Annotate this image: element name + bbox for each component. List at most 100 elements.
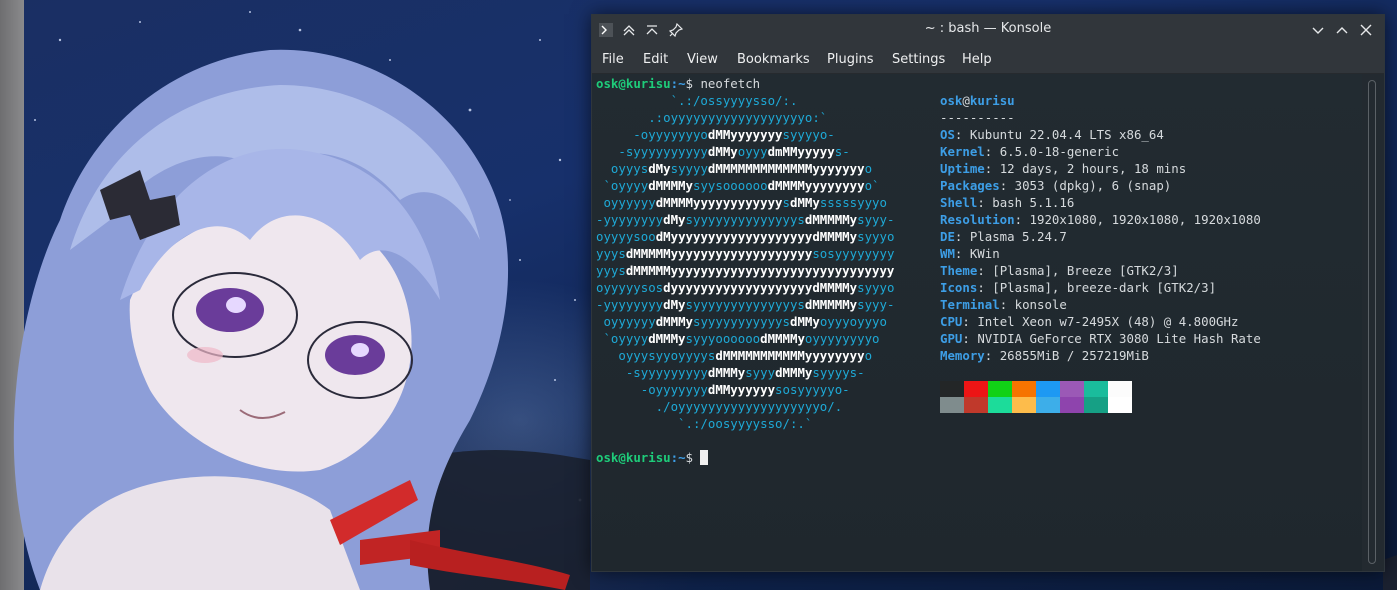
info-key: Terminal [940, 297, 1000, 312]
ascii-logo-line: oyyyysoodMyyyyyyyyyyyyyyyyyyydMMMMysyyyo [596, 229, 895, 244]
color-swatch [1060, 397, 1084, 413]
info-value: NVIDIA GeForce RTX 3080 Lite Hash Rate [977, 331, 1261, 346]
info-key: CPU [940, 314, 963, 329]
info-header: osk@kurisu [940, 93, 1015, 108]
info-key: Uptime [940, 161, 985, 176]
info-key: Theme [940, 263, 978, 278]
info-row: Resolution: 1920x1080, 1920x1080, 1920x1… [940, 211, 1261, 228]
prompt-path: :~ [670, 450, 686, 465]
info-separator: ---------- [940, 110, 1015, 125]
info-row: OS: Kubuntu 22.04.4 LTS x86_64 [940, 126, 1164, 143]
info-colon: : [1014, 212, 1030, 227]
prompt-at: @ [618, 450, 626, 465]
info-colon: : [999, 297, 1015, 312]
ascii-logo-line: -yyyyyyyydMysyyyyyyyyyyyyyysdMMMMMysyyy- [596, 297, 895, 312]
info-colon: : [984, 348, 1000, 363]
prompt-at: @ [618, 76, 626, 91]
info-row: CPU: Intel Xeon w7-2495X (48) @ 4.800GHz [940, 313, 1238, 330]
info-value: 6.5.0-18-generic [999, 144, 1120, 159]
info-key: Icons [940, 280, 978, 295]
menu-bookmarks[interactable]: Bookmarks [737, 52, 810, 67]
window-titlebar[interactable]: ~ : bash — Konsole [592, 15, 1384, 45]
ascii-logo-line: oyyyyyydMMMMyyyyyyyyyyyysdMMysssssyyyo [596, 195, 887, 210]
menu-edit[interactable]: Edit [643, 52, 668, 67]
menu-view[interactable]: View [687, 52, 718, 67]
ascii-logo-line: `oyyyydMMMysyyyoooooodMMMMyoyyyyyyyyo [596, 331, 880, 346]
ascii-logo-line: -syyyyyyyyyydMMyoyyydmMMyyyyys- [596, 144, 850, 159]
info-row: Kernel: 6.5.0-18-generic [940, 143, 1119, 160]
info-key: Shell [940, 195, 978, 210]
prompt-path: :~ [670, 76, 686, 91]
info-colon: : [977, 280, 993, 295]
info-colon: : [962, 314, 978, 329]
ascii-logo-line: yyysdMMMMMyyyyyyyyyyyyyyyyyyyyyyyyyyyyyy [596, 263, 895, 278]
info-row: Shell: bash 5.1.16 [940, 194, 1074, 211]
color-swatch [964, 381, 988, 397]
menu-settings[interactable]: Settings [892, 52, 945, 67]
info-colon: : [984, 144, 1000, 159]
prompt-line: osk@kurisu:~$ neofetch [596, 75, 760, 92]
close-icon[interactable] [1358, 22, 1374, 38]
info-row: Icons: [Plasma], breeze-dark [GTK2/3] [940, 279, 1216, 296]
info-value: konsole [1014, 297, 1067, 312]
color-swatch [1108, 381, 1132, 397]
maximize-icon[interactable] [1334, 22, 1350, 38]
prompt-host: kurisu [625, 76, 671, 91]
info-user: osk [940, 93, 963, 108]
info-row: Memory: 26855MiB / 257219MiB [940, 347, 1149, 364]
color-swatch [988, 397, 1012, 413]
color-swatch [1012, 381, 1036, 397]
info-key: Resolution [940, 212, 1015, 227]
info-row: Theme: [Plasma], Breeze [GTK2/3] [940, 262, 1179, 279]
menu-help[interactable]: Help [962, 52, 992, 67]
info-colon: : [977, 263, 993, 278]
prompt-user: osk [596, 76, 619, 91]
info-colon: : [954, 127, 970, 142]
info-host: kurisu [969, 93, 1015, 108]
info-key: Packages [940, 178, 1000, 193]
info-value: 12 days, 2 hours, 18 mins [999, 161, 1187, 176]
prompt-user: osk [596, 450, 619, 465]
color-swatch [1060, 381, 1084, 397]
info-value: 1920x1080, 1920x1080, 1920x1080 [1029, 212, 1261, 227]
prompt-host: kurisu [625, 450, 671, 465]
scrollbar-handle[interactable] [1368, 80, 1376, 564]
ascii-logo-line: `oyyyydMMMMysyysoooooodMMMMyyyyyyyyo` [596, 178, 880, 193]
info-value: bash 5.1.16 [992, 195, 1075, 210]
ascii-logo-line: oyyysyyoyyyysdMMMMMMMMMMMyyyyyyyyo [596, 348, 873, 363]
ascii-logo-line: ./oyyyyyyyyyyyyyyyyyyyo/. [596, 399, 843, 414]
color-swatch [988, 381, 1012, 397]
info-colon: : [977, 195, 993, 210]
prompt-symbol: $ [685, 76, 701, 91]
info-colon: : [954, 229, 970, 244]
color-swatch [940, 381, 964, 397]
color-swatch [940, 397, 964, 413]
color-swatch [1036, 397, 1060, 413]
info-value: [Plasma], breeze-dark [GTK2/3] [992, 280, 1217, 295]
info-row: GPU: NVIDIA GeForce RTX 3080 Lite Hash R… [940, 330, 1261, 347]
terminal-scrollbar[interactable] [1362, 74, 1384, 571]
info-value: 3053 (dpkg), 6 (snap) [1014, 178, 1172, 193]
info-value: Intel Xeon w7-2495X (48) @ 4.800GHz [977, 314, 1239, 329]
prompt-command: neofetch [700, 76, 761, 91]
info-key: GPU [940, 331, 963, 346]
ascii-logo-line: `.:/ossyyyysso/:. [596, 93, 798, 108]
menu-file[interactable]: File [602, 52, 624, 67]
terminal-output[interactable]: osk@kurisu:~$ neofetch `.:/ossyyyysso/:.… [592, 74, 1362, 571]
ascii-logo-line: oyyyyyydMMMysyyyyyyyyyyysdMMyoyyyoyyyo [596, 314, 887, 329]
info-row: Terminal: konsole [940, 296, 1067, 313]
info-row: Uptime: 12 days, 2 hours, 18 mins [940, 160, 1186, 177]
window-title: ~ : bash — Konsole [924, 21, 1052, 36]
minimize-icon[interactable] [1310, 22, 1326, 38]
ascii-logo-line: yyysdMMMMMyyyyyyyyyyyyyyyyyyysosyyyyyyyy [596, 246, 895, 261]
ascii-logo-line: oyyyyysosdyyyyyyyyyyyyyyyyyyydMMMMysyyyo [596, 280, 895, 295]
info-value: 26855MiB / 257219MiB [999, 348, 1149, 363]
menu-plugins[interactable]: Plugins [827, 52, 874, 67]
info-value: Kubuntu 22.04.4 LTS x86_64 [969, 127, 1164, 142]
prompt-symbol: $ [685, 450, 701, 465]
info-value: KWin [969, 246, 1000, 261]
prompt-line-current: osk@kurisu:~$ [596, 449, 709, 466]
ascii-logo-line: -oyyyyyyydMMyyyyyysosyyyyyo- [596, 382, 850, 397]
ascii-logo-line: .:oyyyyyyyyyyyyyyyyyyo:` [596, 110, 828, 125]
color-swatch [964, 397, 988, 413]
